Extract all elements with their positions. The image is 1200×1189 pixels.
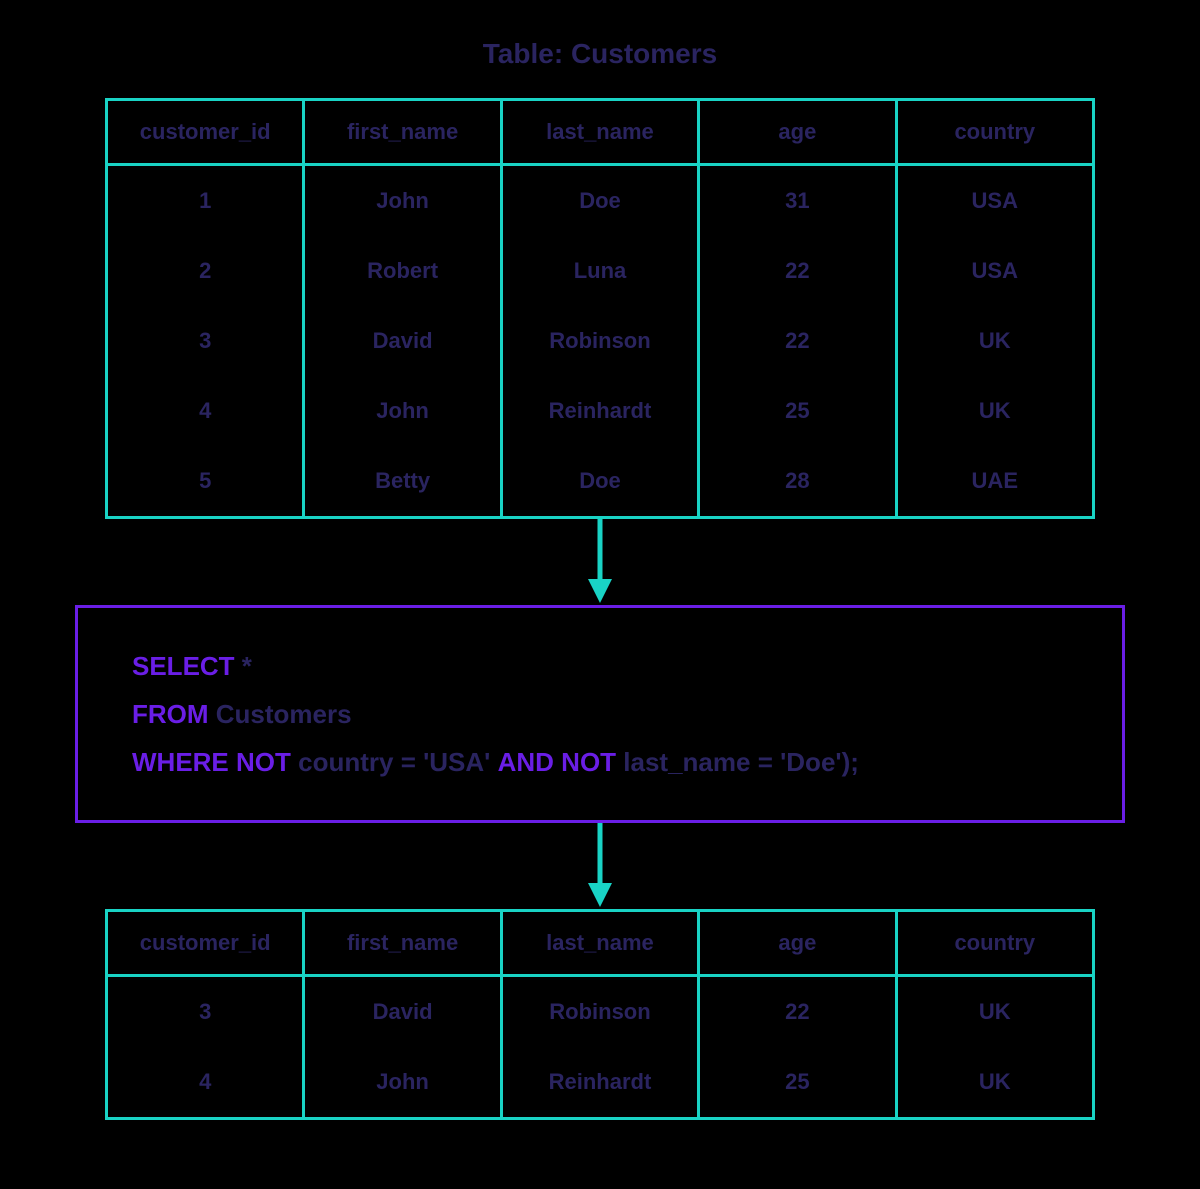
sql-line: SELECT * bbox=[132, 642, 1068, 690]
cell: Reinhardt bbox=[501, 376, 698, 446]
cell: 2 bbox=[107, 236, 304, 306]
cell: UK bbox=[896, 976, 1093, 1048]
sql-keyword-select: SELECT bbox=[132, 651, 235, 681]
cell: 22 bbox=[699, 236, 896, 306]
cell: 5 bbox=[107, 446, 304, 518]
sql-keyword-where: WHERE bbox=[132, 747, 229, 777]
col-first-name: first_name bbox=[304, 911, 501, 976]
source-table: customer_id first_name last_name age cou… bbox=[105, 98, 1095, 519]
cell: UK bbox=[896, 306, 1093, 376]
sql-text: country = 'USA' bbox=[291, 747, 498, 777]
cell: 1 bbox=[107, 165, 304, 237]
cell: 31 bbox=[699, 165, 896, 237]
table-header-row: customer_id first_name last_name age cou… bbox=[107, 100, 1094, 165]
sql-text: last_name = 'Doe'); bbox=[616, 747, 859, 777]
cell: UAE bbox=[896, 446, 1093, 518]
cell: Robinson bbox=[501, 976, 698, 1048]
sql-line: WHERE NOT country = 'USA' AND NOT last_n… bbox=[132, 738, 1068, 786]
table-header-row: customer_id first_name last_name age cou… bbox=[107, 911, 1094, 976]
sql-keyword-and: AND bbox=[498, 747, 554, 777]
cell: UK bbox=[896, 376, 1093, 446]
cell: USA bbox=[896, 165, 1093, 237]
cell: 22 bbox=[699, 306, 896, 376]
result-table: customer_id first_name last_name age cou… bbox=[105, 909, 1095, 1120]
cell: Doe bbox=[501, 446, 698, 518]
sql-query-box: SELECT * FROM Customers WHERE NOT countr… bbox=[75, 605, 1125, 823]
cell: John bbox=[304, 376, 501, 446]
table-row: 2 Robert Luna 22 USA bbox=[107, 236, 1094, 306]
col-age: age bbox=[699, 100, 896, 165]
cell: David bbox=[304, 306, 501, 376]
table-row: 1 John Doe 31 USA bbox=[107, 165, 1094, 237]
cell: 4 bbox=[107, 1047, 304, 1119]
cell: USA bbox=[896, 236, 1093, 306]
cell: 3 bbox=[107, 306, 304, 376]
table-row: 3 David Robinson 22 UK bbox=[107, 976, 1094, 1048]
sql-keyword-not: NOT bbox=[561, 747, 616, 777]
cell: 28 bbox=[699, 446, 896, 518]
sql-line: FROM Customers bbox=[132, 690, 1068, 738]
col-customer-id: customer_id bbox=[107, 911, 304, 976]
cell: John bbox=[304, 1047, 501, 1119]
cell: 25 bbox=[699, 1047, 896, 1119]
cell: 22 bbox=[699, 976, 896, 1048]
cell: Luna bbox=[501, 236, 698, 306]
table-title: Table: Customers bbox=[483, 38, 717, 70]
table-row: 5 Betty Doe 28 UAE bbox=[107, 446, 1094, 518]
sql-keyword-not: NOT bbox=[236, 747, 291, 777]
cell: Betty bbox=[304, 446, 501, 518]
table-row: 4 John Reinhardt 25 UK bbox=[107, 376, 1094, 446]
col-country: country bbox=[896, 911, 1093, 976]
arrow-down-icon bbox=[580, 823, 620, 909]
col-last-name: last_name bbox=[501, 100, 698, 165]
cell: 25 bbox=[699, 376, 896, 446]
cell: Robinson bbox=[501, 306, 698, 376]
cell: Doe bbox=[501, 165, 698, 237]
col-first-name: first_name bbox=[304, 100, 501, 165]
col-customer-id: customer_id bbox=[107, 100, 304, 165]
table-row: 3 David Robinson 22 UK bbox=[107, 306, 1094, 376]
col-last-name: last_name bbox=[501, 911, 698, 976]
cell: 3 bbox=[107, 976, 304, 1048]
sql-text: * bbox=[235, 651, 252, 681]
arrow-down-icon bbox=[580, 519, 620, 605]
col-age: age bbox=[699, 911, 896, 976]
cell: John bbox=[304, 165, 501, 237]
cell: Reinhardt bbox=[501, 1047, 698, 1119]
cell: UK bbox=[896, 1047, 1093, 1119]
col-country: country bbox=[896, 100, 1093, 165]
sql-keyword-from: FROM bbox=[132, 699, 209, 729]
cell: David bbox=[304, 976, 501, 1048]
table-row: 4 John Reinhardt 25 UK bbox=[107, 1047, 1094, 1119]
cell: 4 bbox=[107, 376, 304, 446]
sql-text: Customers bbox=[209, 699, 352, 729]
cell: Robert bbox=[304, 236, 501, 306]
